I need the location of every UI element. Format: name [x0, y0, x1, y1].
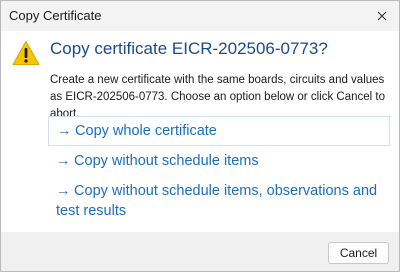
copy-without-schedule-items-option[interactable]: → Copy without schedule items: [48, 147, 390, 175]
cancel-button[interactable]: Cancel: [328, 242, 389, 264]
copy-whole-certificate-option[interactable]: → Copy whole certificate: [48, 116, 390, 146]
option-label: Copy without schedule items, observation…: [56, 183, 378, 219]
arrow-right-icon: →: [57, 123, 72, 139]
dialog-heading: Copy certificate EICR-202506-0773?: [50, 39, 328, 58]
option-label: Copy whole certificate: [75, 123, 217, 139]
close-icon: [377, 11, 387, 21]
option-label: Copy without schedule items: [74, 153, 259, 169]
close-button[interactable]: [365, 1, 399, 31]
arrow-right-icon: →: [56, 153, 71, 169]
copy-without-schedule-observations-tests-option[interactable]: → Copy without schedule items, observati…: [48, 177, 390, 225]
warning-icon: [12, 41, 40, 65]
title-bar: Copy Certificate: [1, 1, 399, 31]
window-title: Copy Certificate: [9, 8, 102, 23]
copy-certificate-dialog: Copy Certificate Copy certificate EICR-2…: [0, 0, 400, 272]
arrow-right-icon: →: [56, 183, 71, 199]
